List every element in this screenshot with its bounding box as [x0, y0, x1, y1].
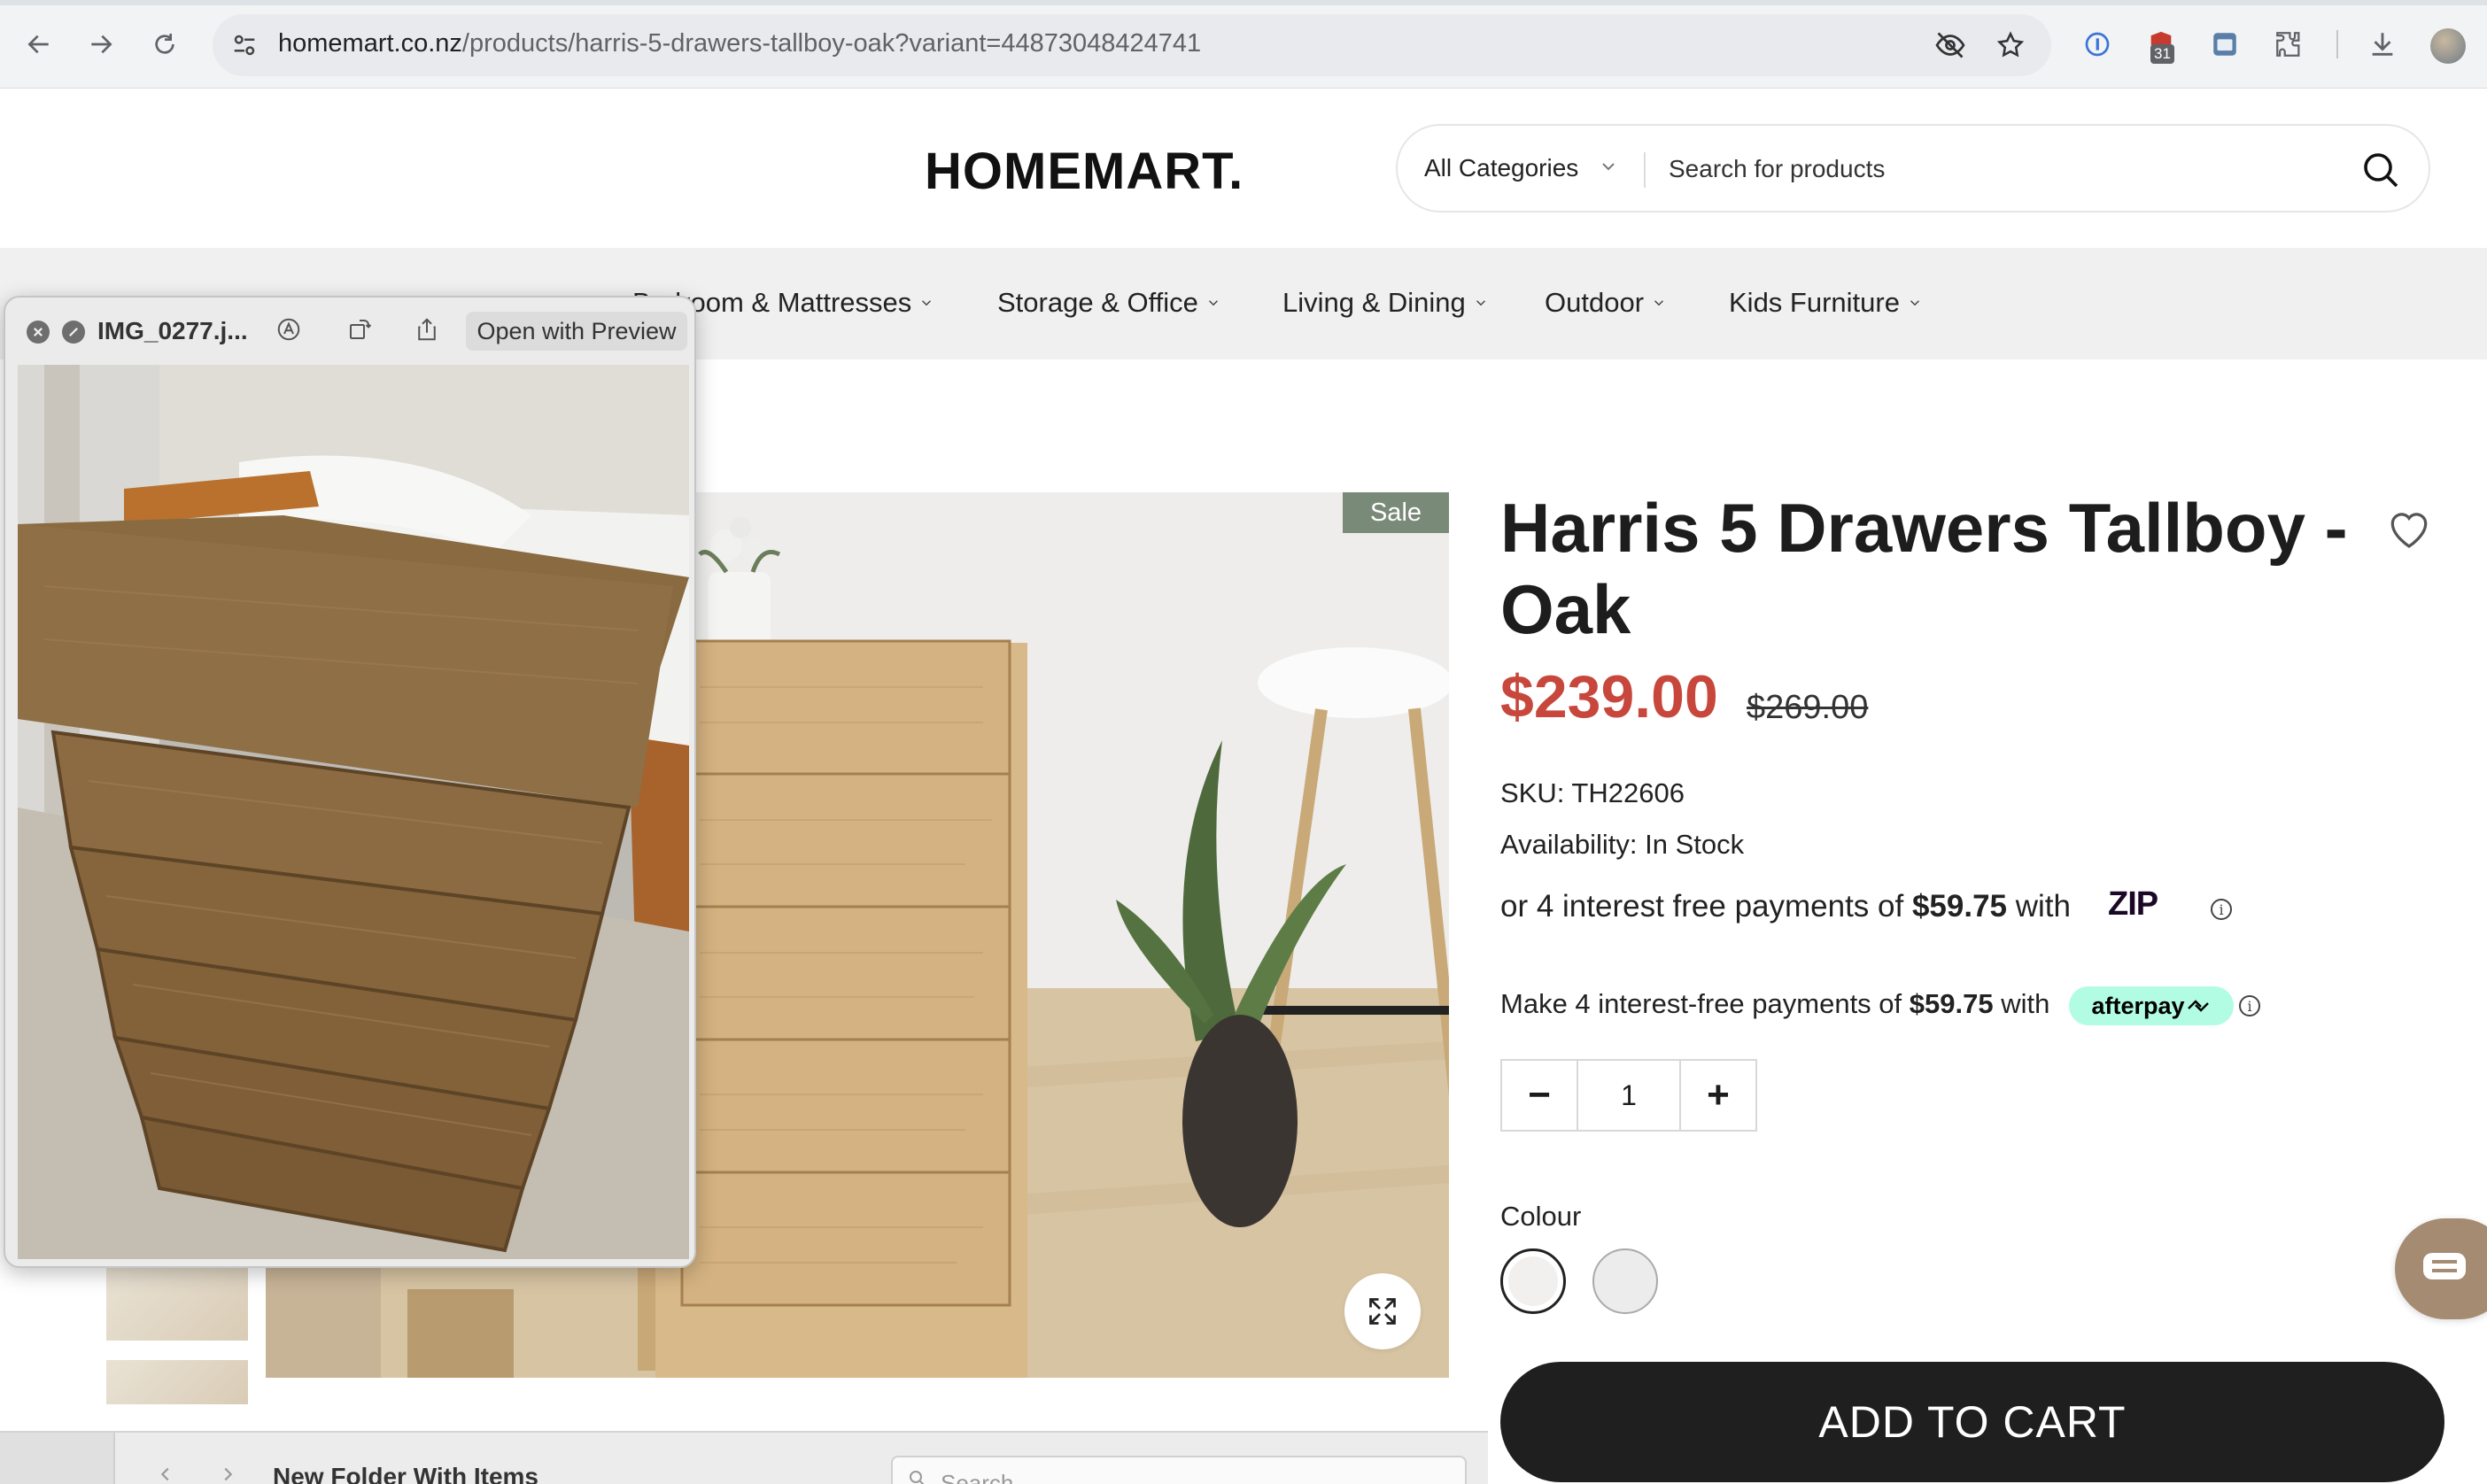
finder-forward-icon[interactable] — [218, 1465, 237, 1484]
quantity-value[interactable]: 1 — [1577, 1061, 1681, 1130]
chevron-down-icon — [1910, 300, 1919, 306]
nav-item-label: Storage & Office — [997, 287, 1198, 318]
chevron-down-icon — [1476, 300, 1485, 306]
share-icon[interactable] — [411, 313, 443, 345]
add-to-cart-button[interactable]: ADD TO CART — [1500, 1362, 2444, 1482]
product-title: Harris 5 Drawers Tallboy - Oak — [1500, 489, 2348, 648]
quicklook-toolbar: IMG_0277.j... Open with Preview — [5, 298, 694, 365]
open-with-preview-button[interactable]: Open with Preview — [466, 312, 687, 351]
zip-prefix: or 4 interest free payments of — [1500, 889, 1912, 924]
afterpay-info-icon[interactable]: i — [2239, 995, 2260, 1016]
product-availability: Availability: In Stock — [1500, 829, 1745, 860]
close-icon[interactable] — [27, 321, 50, 344]
zip-suffix: with — [2007, 889, 2071, 924]
afterpay-prefix: Make 4 interest-free payments of — [1500, 988, 1910, 1019]
wishlist-heart-icon[interactable] — [2384, 505, 2434, 555]
zip-logo[interactable]: ZIP — [2108, 885, 2158, 924]
zip-amount: $59.75 — [1911, 889, 2008, 924]
forward-icon — [91, 35, 112, 54]
nav-item-label: Kids Furniture — [1729, 287, 1900, 318]
gallery-thumbnail[interactable] — [106, 1360, 248, 1404]
eye-off-icon[interactable] — [1934, 29, 1966, 61]
afterpay-payment-text: Make 4 interest-free payments of $59.75 … — [1500, 988, 2049, 1020]
quantity-decrease-button[interactable]: − — [1502, 1061, 1577, 1130]
extension-window-icon[interactable] — [2207, 27, 2243, 62]
extensions-puzzle-icon[interactable] — [2271, 27, 2306, 62]
chevron-down-icon — [1208, 300, 1218, 306]
reload-icon — [155, 34, 174, 54]
chat-button[interactable] — [2395, 1218, 2487, 1319]
chevron-down-icon — [1598, 156, 1619, 182]
download-icon[interactable] — [2365, 27, 2400, 62]
profile-avatar[interactable] — [2430, 28, 2466, 64]
chat-icon — [2423, 1253, 2466, 1279]
browser-toolbar: homemart.co.nz/products/harris-5-drawers… — [0, 0, 2487, 89]
quicklook-photo — [18, 365, 689, 1259]
quicklook-filename: IMG_0277.j... — [97, 317, 248, 344]
afterpay-amount: $59.75 — [1909, 988, 1994, 1019]
rotate-icon[interactable] — [344, 313, 376, 345]
search-divider — [1644, 152, 1646, 188]
url-text[interactable]: homemart.co.nz/products/harris-5-drawers… — [278, 29, 1201, 58]
password-manager-icon[interactable] — [2080, 27, 2115, 62]
back-icon — [27, 35, 49, 54]
address-bar[interactable]: homemart.co.nz/products/harris-5-drawers… — [213, 14, 2051, 76]
search-icon[interactable] — [2359, 149, 2402, 196]
colour-label: Colour — [1500, 1201, 1582, 1232]
site-logo[interactable]: HOMEMART. — [925, 142, 1244, 201]
nav-item-outdoor[interactable]: Outdoor — [1545, 287, 1667, 319]
product-search-bar: All Categories — [1396, 124, 2430, 213]
finder-sidebar — [0, 1433, 115, 1484]
markup-icon[interactable] — [273, 313, 305, 345]
nav-item-kids-furniture[interactable]: Kids Furniture — [1729, 287, 1923, 319]
finder-window: New Folder With Items Search — [0, 1431, 1488, 1484]
search-input[interactable] — [1669, 147, 2342, 191]
afterpay-suffix: with — [1993, 988, 2050, 1019]
expand-image-button[interactable] — [1344, 1273, 1421, 1349]
chevron-down-icon — [1654, 300, 1664, 306]
sale-badge: Sale — [1343, 492, 1449, 533]
back-button[interactable] — [19, 25, 58, 64]
tab-strip — [0, 0, 2487, 5]
gallery-thumbnail[interactable] — [106, 1263, 248, 1341]
star-icon[interactable] — [1995, 29, 2026, 61]
forward-button[interactable] — [81, 25, 120, 64]
afterpay-arrows-icon — [2187, 1000, 2209, 1012]
search-icon — [910, 1471, 925, 1484]
category-select[interactable]: All Categories — [1424, 154, 1578, 182]
product-sku: SKU: TH22606 — [1500, 777, 1685, 808]
toolbar-separator — [2336, 30, 2338, 58]
site-settings-icon[interactable] — [229, 29, 260, 61]
zip-payment-text: or 4 interest free payments of $59.75 wi… — [1500, 889, 2071, 924]
chevron-down-icon — [922, 300, 932, 306]
nav-item-label: Living & Dining — [1282, 287, 1466, 318]
quantity-increase-button[interactable]: + — [1681, 1061, 1755, 1130]
tallboy-photo-user — [18, 365, 689, 1259]
nav-item-label: Outdoor — [1545, 287, 1645, 318]
afterpay-logo[interactable]: afterpay — [2069, 986, 2234, 1025]
nav-item-storage-office[interactable]: Storage & Office — [997, 287, 1221, 319]
finder-search-placeholder: Search — [941, 1470, 1014, 1484]
url-path: /products/harris-5-drawers-tallboy-oak?v… — [461, 29, 1202, 58]
original-price: $269.00 — [1747, 689, 1869, 726]
finder-back-icon[interactable] — [156, 1465, 175, 1484]
url-host: homemart.co.nz — [278, 29, 462, 58]
finder-folder-title: New Folder With Items — [273, 1463, 539, 1484]
reload-button[interactable] — [145, 25, 184, 64]
afterpay-logo-text: afterpay — [2091, 992, 2185, 1019]
quantity-stepper: − 1 + — [1500, 1059, 1757, 1132]
finder-search-field[interactable]: Search — [891, 1456, 1467, 1484]
site-header: HOMEMART. All Categories — [0, 89, 2487, 248]
sale-price: $239.00 — [1500, 663, 1718, 730]
colour-swatch-selected[interactable] — [1500, 1248, 1566, 1314]
colour-swatch[interactable] — [1592, 1248, 1658, 1314]
fullscreen-disabled-icon[interactable] — [62, 321, 85, 344]
zip-info-icon[interactable]: i — [2211, 899, 2232, 920]
expand-icon — [1369, 1298, 1396, 1325]
quicklook-window: IMG_0277.j... Open with Preview — [4, 296, 696, 1268]
nav-item-living-dining[interactable]: Living & Dining — [1282, 287, 1489, 319]
extension-badge: 31 — [2150, 44, 2174, 64]
